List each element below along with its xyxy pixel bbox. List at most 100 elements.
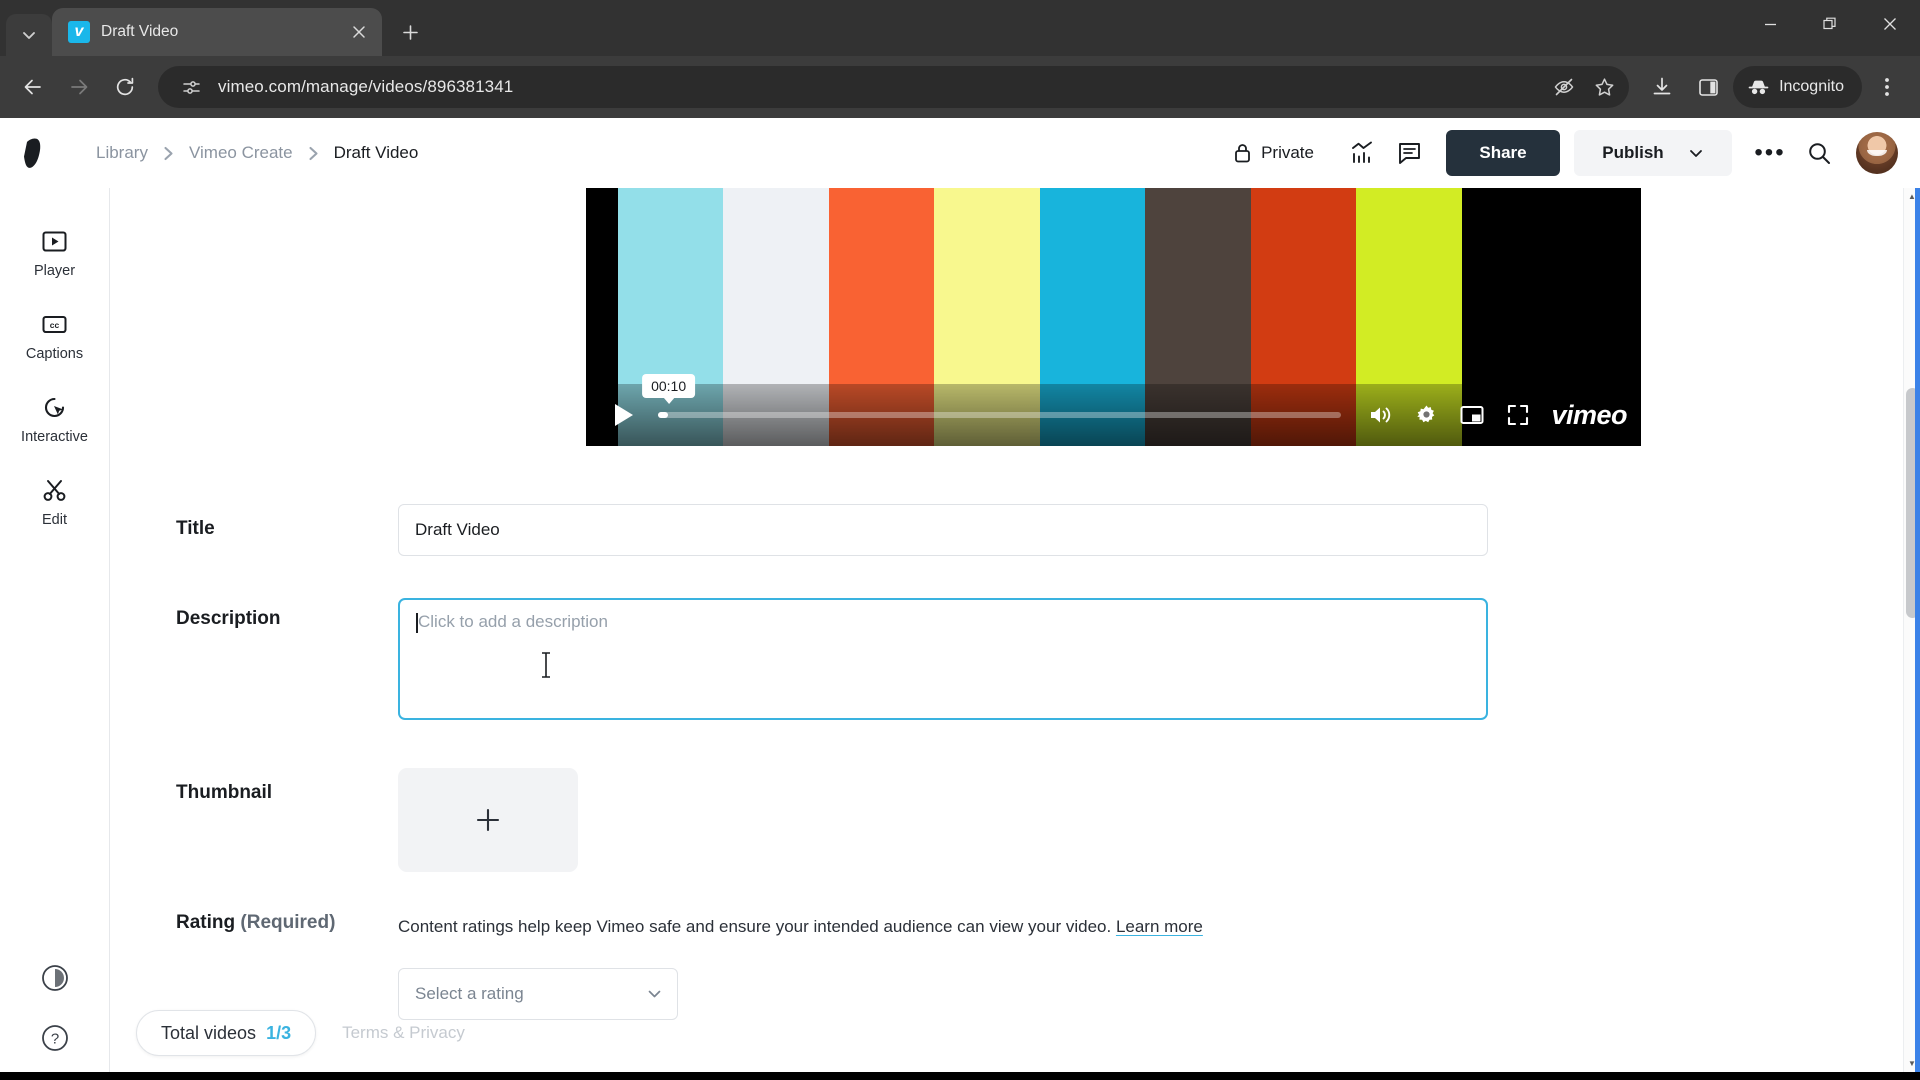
sidebar-bottom-actions: ?	[0, 962, 109, 1054]
svg-text:cc: cc	[50, 320, 60, 330]
progress-fill	[658, 412, 669, 418]
tab-search-button[interactable]	[6, 14, 52, 56]
url-text: vimeo.com/manage/videos/896381341	[218, 77, 514, 96]
share-button[interactable]: Share	[1446, 130, 1560, 176]
thumbnail-label: Thumbnail	[176, 782, 273, 803]
breadcrumb: Library Vimeo Create Draft Video	[94, 143, 420, 163]
sidebar-item-interactive[interactable]: Interactive	[0, 380, 109, 463]
close-window-button[interactable]	[1860, 0, 1920, 48]
description-row: Description Click to add a description	[176, 598, 1920, 720]
sidebar-item-label: Interactive	[21, 429, 88, 445]
sidebar-item-edit[interactable]: Edit	[0, 463, 109, 546]
search-icon[interactable]	[1796, 130, 1842, 176]
tab-close-button[interactable]	[346, 19, 372, 45]
thumbnail-row: Thumbnail	[176, 768, 1920, 872]
privacy-status-button[interactable]: Private	[1219, 134, 1328, 172]
rating-label-text: Rating	[176, 912, 236, 933]
plus-icon	[476, 808, 500, 832]
breadcrumb-vimeo-create[interactable]: Vimeo Create	[187, 143, 295, 163]
captions-cc-icon: cc	[42, 316, 67, 333]
address-bar[interactable]: vimeo.com/manage/videos/896381341	[158, 66, 1630, 108]
browser-window: v Draft Video vimeo.com/manage/videos/89…	[0, 0, 1920, 1080]
picture-in-picture-icon[interactable]	[1449, 395, 1495, 435]
sidebar-item-captions[interactable]: cc Captions	[0, 297, 109, 380]
sidebar-item-player[interactable]: Player	[0, 214, 109, 297]
reload-icon	[116, 77, 134, 96]
text-caret	[416, 613, 418, 633]
left-sidebar: Player cc Captions Interactive Edit ?	[0, 188, 110, 1072]
incognito-indicator[interactable]: Incognito	[1733, 66, 1862, 108]
play-icon	[615, 404, 633, 426]
total-videos-pill[interactable]: Total videos 1/3	[136, 1010, 317, 1056]
download-icon[interactable]	[1641, 66, 1683, 108]
help-question-icon[interactable]: ?	[39, 1022, 71, 1054]
svg-text:?: ?	[50, 1031, 58, 1048]
sidebar-item-label: Player	[33, 263, 76, 279]
more-options-button[interactable]: •••	[1744, 130, 1796, 176]
description-placeholder: Click to add a description	[416, 612, 608, 633]
contrast-circle-icon[interactable]	[39, 962, 71, 994]
incognito-hat-icon	[1748, 80, 1769, 94]
progress-bar[interactable]: 00:10	[642, 374, 1342, 438]
user-avatar[interactable]	[1856, 132, 1898, 174]
side-panel-icon[interactable]	[1687, 66, 1729, 108]
reload-button[interactable]	[104, 66, 146, 108]
back-button[interactable]	[12, 66, 54, 108]
chevron-down-icon	[1689, 150, 1702, 157]
vimeo-favicon: v	[68, 21, 90, 43]
forward-button[interactable]	[58, 66, 100, 108]
play-button[interactable]	[596, 392, 652, 438]
sidebar-item-label: Captions	[25, 346, 84, 362]
publish-label: Publish	[1602, 143, 1664, 162]
forward-arrow-icon	[71, 79, 88, 95]
site-settings-icon[interactable]	[174, 70, 208, 104]
breadcrumb-current: Draft Video	[333, 143, 419, 162]
page-focus-ring	[1915, 188, 1920, 1072]
back-arrow-icon	[24, 79, 41, 95]
learn-more-link[interactable]: Learn more	[1116, 917, 1203, 936]
terms-privacy-link[interactable]: Terms & Privacy	[342, 1023, 465, 1043]
title-label: Title	[176, 518, 215, 539]
three-dot-menu-icon[interactable]	[1866, 66, 1908, 108]
fullscreen-icon[interactable]	[1495, 395, 1541, 435]
vimeo-watermark[interactable]: vimeo	[1551, 400, 1627, 431]
browser-tab[interactable]: v Draft Video	[52, 8, 382, 56]
new-tab-button[interactable]	[392, 14, 428, 50]
vimeo-logo[interactable]	[20, 133, 72, 173]
eye-off-icon[interactable]	[1547, 70, 1581, 104]
close-icon	[353, 26, 365, 38]
stats-chart-icon[interactable]	[1340, 130, 1386, 176]
restore-icon	[1823, 17, 1836, 30]
title-input[interactable]: Draft Video	[398, 504, 1488, 556]
video-player[interactable]: 00:10 vimeo	[586, 188, 1641, 446]
chevron-right-icon	[162, 146, 175, 161]
rating-required-suffix: (Required)	[240, 912, 336, 933]
minimize-button[interactable]	[1740, 0, 1800, 48]
browser-toolbar: vimeo.com/manage/videos/896381341 Incogn…	[0, 56, 1920, 118]
title-row: Title Draft Video	[176, 504, 1920, 556]
header-actions: Private Share Publish •••	[1219, 130, 1898, 176]
star-icon[interactable]	[1587, 70, 1621, 104]
progress-track[interactable]	[658, 412, 1342, 418]
rating-select[interactable]: Select a rating	[398, 967, 678, 1020]
rating-help-text: Content ratings help keep Vimeo safe and…	[398, 912, 1488, 940]
volume-icon[interactable]	[1357, 395, 1403, 435]
sidebar-item-label: Edit	[42, 512, 67, 528]
close-icon	[1884, 18, 1896, 30]
add-thumbnail-button[interactable]	[398, 768, 578, 872]
description-textarea[interactable]: Click to add a description	[398, 598, 1488, 720]
tab-strip: v Draft Video	[0, 0, 1920, 56]
player-controls: 00:10 vimeo	[586, 374, 1641, 446]
video-player-wrap: 00:10 vimeo	[176, 188, 1920, 446]
gear-icon[interactable]	[1403, 395, 1449, 435]
window-bottom-strip	[0, 1072, 1920, 1080]
rating-select-value: Select a rating	[415, 983, 524, 1003]
total-videos-count: 1/3	[266, 1022, 292, 1043]
breadcrumb-library[interactable]: Library	[94, 143, 150, 163]
page-body: Player cc Captions Interactive Edit ? 00…	[0, 188, 1920, 1072]
comment-icon[interactable]	[1386, 130, 1432, 176]
publish-button[interactable]: Publish	[1574, 130, 1732, 176]
tab-title: Draft Video	[101, 23, 179, 40]
plus-icon	[402, 24, 418, 40]
restore-button[interactable]	[1800, 0, 1860, 48]
